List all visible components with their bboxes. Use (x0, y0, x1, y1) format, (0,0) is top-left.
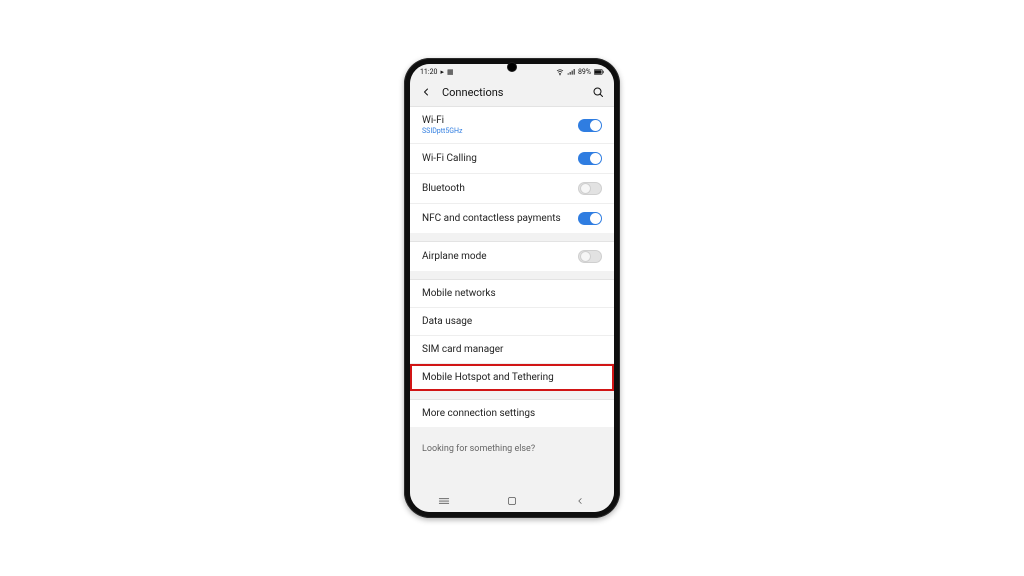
row-hotspot-tethering[interactable]: Mobile Hotspot and Tethering (410, 364, 614, 391)
row-label: SIM card manager (422, 344, 503, 355)
row-label: Airplane mode (422, 251, 487, 262)
row-label: Wi-Fi (422, 115, 463, 126)
home-icon (506, 495, 518, 507)
status-time: 11:20 (420, 68, 437, 76)
front-camera (507, 62, 517, 72)
battery-icon (594, 69, 604, 75)
app-bar: Connections (410, 78, 614, 106)
row-label: NFC and contactless payments (422, 213, 561, 224)
row-data-usage[interactable]: Data usage (410, 308, 614, 336)
row-mobile-networks[interactable]: Mobile networks (410, 280, 614, 308)
row-label: Wi-Fi Calling (422, 153, 477, 164)
toggle-airplane[interactable] (578, 250, 602, 263)
row-label: Data usage (422, 316, 472, 327)
toggle-wifi[interactable] (578, 119, 602, 132)
nav-recents[interactable] (424, 496, 464, 506)
row-nfc[interactable]: NFC and contactless payments (410, 204, 614, 233)
row-label: Looking for something else? (422, 444, 535, 454)
toggle-wifi-calling[interactable] (578, 152, 602, 165)
row-sublabel: SSIDptt5GHz (422, 127, 463, 135)
row-label: More connection settings (422, 408, 535, 419)
row-label: Bluetooth (422, 183, 465, 194)
status-indicator-icon: ▸ (440, 68, 444, 76)
recents-icon (437, 496, 451, 506)
chevron-left-icon (420, 86, 432, 98)
row-wifi[interactable]: Wi-Fi SSIDptt5GHz (410, 107, 614, 144)
nav-home[interactable] (492, 495, 532, 507)
wifi-icon (556, 68, 564, 76)
back-icon (575, 495, 585, 507)
nav-back[interactable] (560, 495, 600, 507)
signal-icon (567, 68, 575, 76)
nav-bar (410, 490, 614, 512)
toggle-bluetooth[interactable] (578, 182, 602, 195)
phone-frame: 11:20 ▸ ▦ 89% (404, 58, 620, 518)
row-bluetooth[interactable]: Bluetooth (410, 174, 614, 204)
status-grid-icon: ▦ (447, 68, 454, 76)
row-airplane[interactable]: Airplane mode (410, 242, 614, 271)
search-button[interactable] (592, 86, 604, 98)
row-label: Mobile Hotspot and Tethering (422, 372, 554, 383)
battery-percent: 89% (578, 68, 591, 76)
row-wifi-calling[interactable]: Wi-Fi Calling (410, 144, 614, 174)
search-icon (592, 86, 604, 98)
row-label: Mobile networks (422, 288, 496, 299)
row-more-connection[interactable]: More connection settings (410, 400, 614, 427)
toggle-nfc[interactable] (578, 212, 602, 225)
row-sim-manager[interactable]: SIM card manager (410, 336, 614, 364)
row-looking-for[interactable]: Looking for something else? (410, 435, 614, 463)
content: Wi-Fi SSIDptt5GHz Wi-Fi Calling Bluetoot… (410, 106, 614, 490)
page-title: Connections (442, 86, 582, 99)
screen: 11:20 ▸ ▦ 89% (410, 64, 614, 512)
back-button[interactable] (420, 86, 432, 98)
